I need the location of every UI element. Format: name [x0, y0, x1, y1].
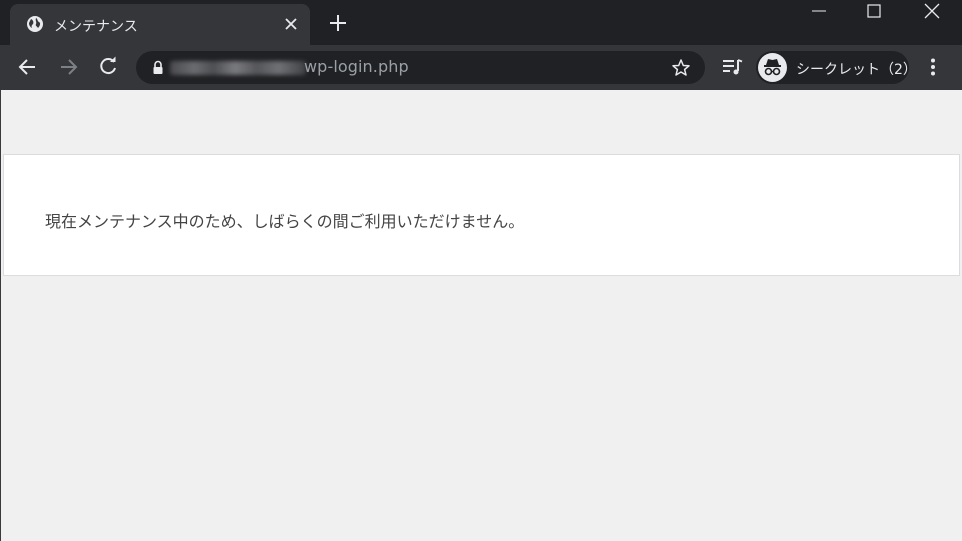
incognito-avatar [758, 53, 787, 82]
close-tab-icon[interactable] [283, 16, 299, 32]
maintenance-notice: 現在メンテナンス中のため、しばらくの間ご利用いただけません。 [3, 154, 960, 276]
close-window-icon[interactable] [923, 2, 941, 20]
forward-arrow-icon[interactable] [57, 56, 79, 78]
incognito-profile-button[interactable]: シークレット（2） [756, 51, 917, 84]
browser-tab[interactable]: メンテナンス [10, 4, 310, 45]
reload-icon[interactable] [97, 56, 119, 78]
globe-icon [27, 16, 43, 32]
page-content: 現在メンテナンス中のため、しばらくの間ご利用いただけません。 [0, 90, 962, 541]
bookmark-star-icon[interactable] [671, 58, 691, 78]
address-bar[interactable]: wp-login.php [136, 51, 705, 84]
back-arrow-icon[interactable] [17, 56, 39, 78]
more-menu-icon[interactable] [922, 56, 944, 78]
minimize-icon[interactable] [810, 6, 828, 16]
incognito-icon [764, 59, 781, 76]
url-text: wp-login.php [304, 57, 409, 76]
maximize-icon[interactable] [866, 3, 882, 19]
tab-title: メンテナンス [54, 19, 138, 35]
maintenance-message: 現在メンテナンス中のため、しばらくの間ご利用いただけません。 [45, 212, 525, 231]
new-tab-icon[interactable] [328, 13, 348, 33]
obscured-domain [170, 61, 306, 75]
lock-icon[interactable] [151, 60, 165, 75]
title-bar: メンテナンス [0, 0, 962, 45]
incognito-label: シークレット（2） [796, 62, 917, 78]
browser-toolbar: wp-login.php シークレット（2） [0, 45, 962, 90]
media-control-icon[interactable] [721, 56, 743, 78]
